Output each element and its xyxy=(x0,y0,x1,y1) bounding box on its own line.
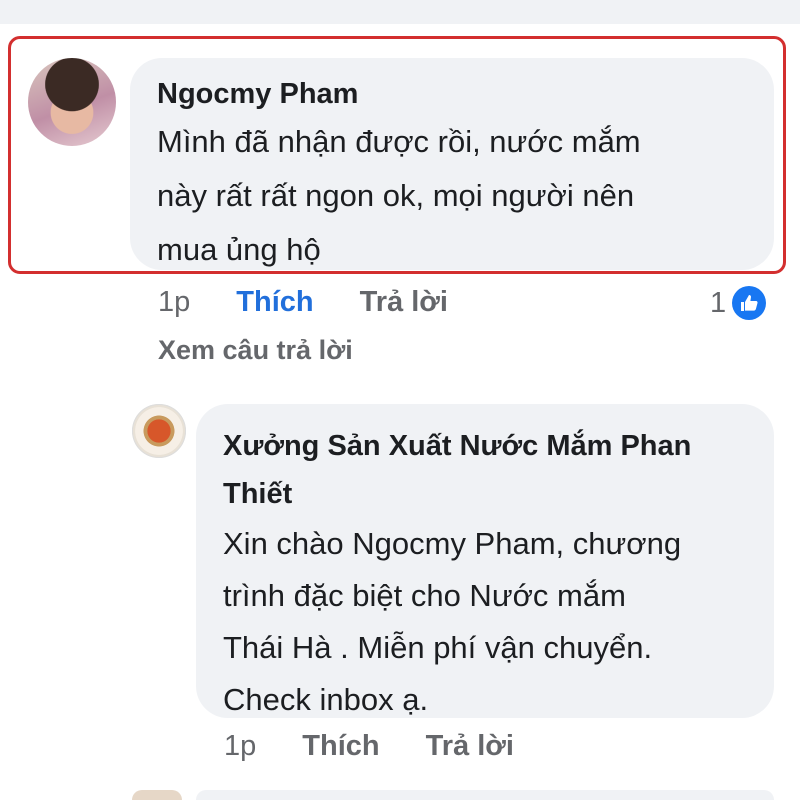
reaction-count: 1 xyxy=(710,286,727,319)
view-replies-link[interactable]: Xem câu trả lời xyxy=(158,332,353,368)
highlight-frame xyxy=(8,36,786,274)
thumbs-up-icon xyxy=(732,286,767,320)
top-divider xyxy=(0,0,800,24)
reply-timestamp[interactable]: 1p xyxy=(224,730,256,763)
comment-timestamp[interactable]: 1p xyxy=(158,286,190,319)
reply-text-line: Xin chào Ngocmy Pham, chương xyxy=(223,526,682,561)
reply-text-line: Check inbox ạ. xyxy=(223,682,429,717)
reply-text-line: Thái Hà . Miễn phí vận chuyển. xyxy=(223,630,653,665)
reply-reply-button[interactable]: Trả lời xyxy=(426,730,514,763)
reply-button[interactable]: Trả lời xyxy=(360,286,448,319)
next-bubble-edge xyxy=(196,790,774,800)
next-avatar-edge xyxy=(132,790,182,800)
reply-author-line[interactable]: Thiết xyxy=(223,470,750,518)
like-button[interactable]: Thích xyxy=(236,286,313,319)
page-avatar[interactable] xyxy=(132,404,186,458)
reply-actions: 1p Thích Trả lời xyxy=(224,730,514,763)
reply-bubble: Xưởng Sản Xuất Nước Mắm Phan Thiết Xin c… xyxy=(196,404,774,718)
reply-text-line: trình đặc biệt cho Nước mắm xyxy=(223,578,626,613)
reaction-summary[interactable]: 1 xyxy=(710,286,767,320)
reply-author-line[interactable]: Xưởng Sản Xuất Nước Mắm Phan xyxy=(223,422,750,470)
comment-actions: 1p Thích Trả lời xyxy=(158,286,448,319)
comment-thread: Ngocmy Pham Mình đã nhận được rồi, nước … xyxy=(0,0,800,800)
reply-like-button[interactable]: Thích xyxy=(302,730,379,763)
